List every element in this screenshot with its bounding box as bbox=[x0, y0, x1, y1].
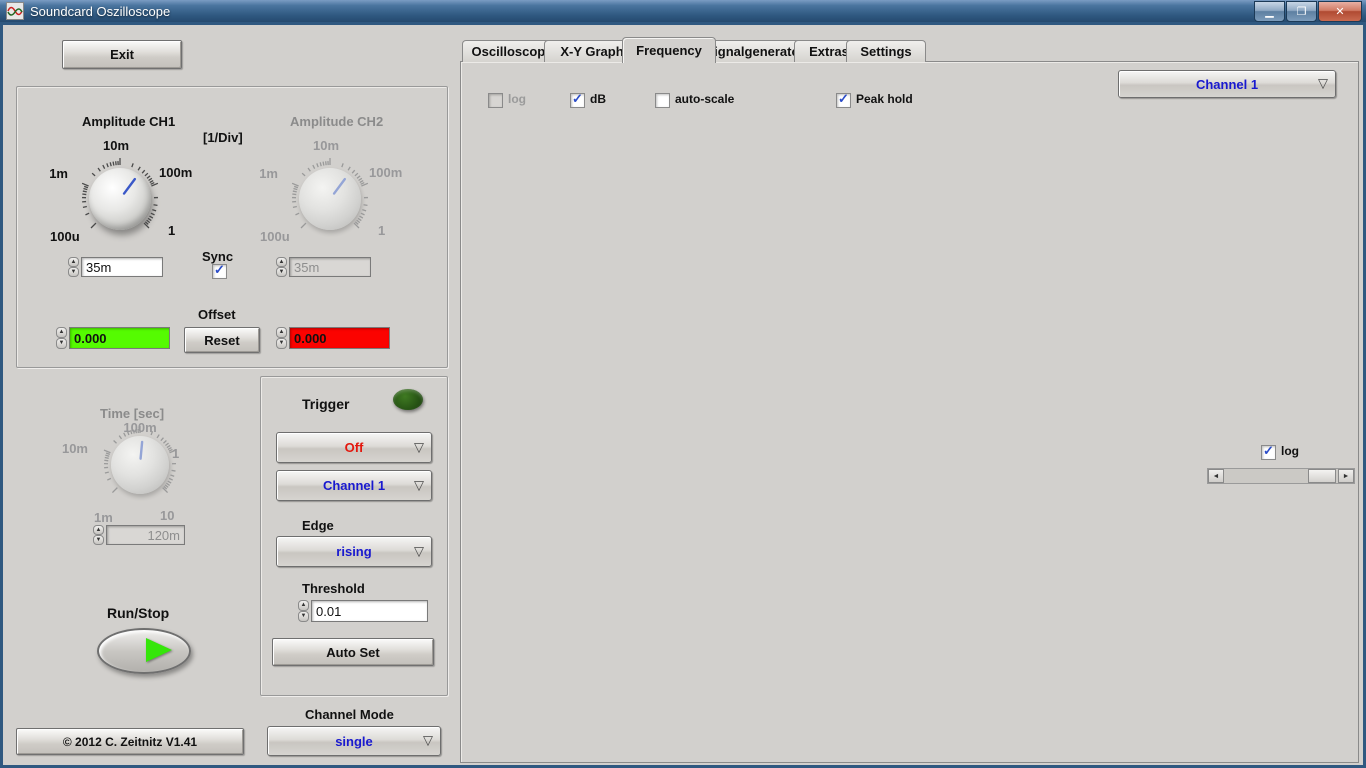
trigger-edge-value: rising bbox=[336, 544, 372, 559]
chevron-down-icon: ▽ bbox=[414, 438, 424, 454]
threshold-spinner[interactable]: ▲ ▼ 0.01 bbox=[298, 600, 428, 622]
amplitude-ch1-knob[interactable]: 10m 100m 1m 1 100u bbox=[28, 137, 218, 252]
close-button[interactable]: ✕ bbox=[1318, 1, 1362, 22]
checkbox-auto-scale[interactable]: ✓auto-scale bbox=[655, 92, 735, 108]
channel-mode-dropdown[interactable]: single ▽ bbox=[267, 726, 441, 756]
knob-scale-label: 1m bbox=[49, 166, 68, 181]
spin-buttons[interactable]: ▲▼ bbox=[276, 327, 287, 349]
knob-ticks bbox=[103, 426, 177, 494]
knob-scale-label: 100m bbox=[369, 165, 403, 180]
knob-scale-label: 10m bbox=[312, 138, 340, 153]
title-bar: Soundcard Oszilloscope ▁ ❐ ✕ bbox=[0, 0, 1366, 22]
runstop-label: Run/Stop bbox=[107, 605, 170, 621]
checkbox-log: ✓log bbox=[488, 92, 526, 108]
threshold-field[interactable]: 0.01 bbox=[311, 600, 428, 622]
version-button[interactable]: © 2012 C. Zeitnitz V1.41 bbox=[16, 728, 244, 755]
chevron-down-icon: ▽ bbox=[1318, 75, 1328, 91]
knob-scale-label: 10 bbox=[160, 508, 175, 523]
x-log-checkbox[interactable]: ✓ log bbox=[1261, 443, 1299, 460]
knob-scale-label: 100m bbox=[159, 165, 193, 180]
tab-panel bbox=[460, 61, 1359, 763]
tab-settings[interactable]: Settings bbox=[846, 40, 926, 62]
checkbox-peak-hold[interactable]: ✓ Peak hold bbox=[836, 91, 913, 108]
exit-button[interactable]: Exit bbox=[62, 40, 182, 69]
spin-buttons[interactable]: ▲▼ bbox=[298, 600, 309, 622]
knob-needle bbox=[139, 440, 144, 460]
knob-scale-label: 10m bbox=[102, 138, 130, 153]
restore-button[interactable]: ❐ bbox=[1286, 1, 1317, 22]
knob-needle bbox=[122, 177, 137, 195]
threshold-label: Threshold bbox=[302, 581, 365, 596]
chevron-down-icon: ▽ bbox=[414, 476, 424, 492]
offset-ch1[interactable]: ▲ ▼ 0.000 bbox=[56, 327, 170, 349]
checkbox-label: dB bbox=[590, 92, 606, 106]
runstop-button[interactable] bbox=[97, 628, 191, 674]
offset-label: Offset bbox=[198, 307, 236, 322]
checkbox-label: Peak hold bbox=[856, 92, 913, 106]
window-title: Soundcard Oszilloscope bbox=[30, 3, 171, 19]
channel-select-value: Channel 1 bbox=[1195, 76, 1259, 92]
knob-scale-label: 100m bbox=[123, 420, 157, 435]
knob-scale-label: 1 bbox=[168, 223, 176, 238]
trigger-title: Trigger bbox=[302, 396, 350, 412]
knob-scale-label: 1 bbox=[378, 223, 386, 238]
time-knob[interactable]: 100m 1 10m 10 1m bbox=[52, 420, 232, 530]
x-log-label: log bbox=[1281, 444, 1299, 458]
amplitude-ch1-label: Amplitude CH1 bbox=[82, 114, 176, 129]
offset-reset-button[interactable]: Reset bbox=[184, 327, 260, 353]
autoset-button[interactable]: Auto Set bbox=[272, 638, 434, 666]
app-icon bbox=[6, 2, 24, 20]
tab-frequency[interactable]: Frequency bbox=[622, 37, 716, 63]
trigger-led bbox=[393, 389, 423, 410]
checkbox-label: auto-scale bbox=[675, 92, 735, 106]
minimize-button[interactable]: ▁ bbox=[1254, 1, 1285, 22]
spin-buttons[interactable]: ▲▼ bbox=[276, 257, 287, 277]
channel-mode-value: single bbox=[335, 733, 373, 749]
amplitude-ch2-label: Amplitude CH2 bbox=[290, 114, 384, 129]
knob-scale-label: 1 bbox=[172, 446, 180, 461]
offset-ch1-field[interactable]: 0.000 bbox=[69, 327, 170, 349]
chevron-down-icon: ▽ bbox=[423, 732, 433, 748]
edge-label: Edge bbox=[302, 518, 334, 533]
spin-buttons[interactable]: ▲▼ bbox=[68, 257, 79, 277]
channel-select-dropdown[interactable]: Channel 1 ▽ bbox=[1118, 70, 1336, 98]
checkbox-db[interactable]: ✓ dB bbox=[570, 91, 606, 108]
graph-scrollbar[interactable]: ◄ ► bbox=[1207, 468, 1355, 484]
trigger-edge-dropdown[interactable]: rising ▽ bbox=[276, 536, 432, 567]
amplitude-ch2-field: 35m bbox=[289, 257, 371, 277]
amplitude-ch2-value[interactable]: ▲ ▼ 35m bbox=[276, 257, 371, 277]
knob-scale-label: 1m bbox=[259, 166, 278, 181]
knob-scale-label: 10m bbox=[61, 441, 88, 456]
chevron-down-icon: ▽ bbox=[414, 542, 424, 558]
knob-scale-label: 100u bbox=[50, 229, 80, 244]
amplitude-ch1-field[interactable]: 35m bbox=[81, 257, 163, 277]
trigger-source-value: Channel 1 bbox=[322, 478, 386, 493]
scroll-left-button[interactable]: ◄ bbox=[1208, 469, 1224, 483]
scroll-right-button[interactable]: ► bbox=[1338, 469, 1354, 483]
amplitude-ch1-value[interactable]: ▲ ▼ 35m bbox=[68, 257, 163, 277]
time-label: Time [sec] bbox=[100, 406, 165, 421]
knob-needle bbox=[332, 177, 347, 195]
checkbox-label: log bbox=[508, 92, 526, 106]
spin-buttons[interactable]: ▲▼ bbox=[93, 525, 104, 545]
play-icon bbox=[146, 638, 172, 662]
trigger-mode-value: Off bbox=[344, 440, 364, 455]
time-value[interactable]: ▲ ▼ 120m bbox=[93, 525, 185, 545]
knob-scale-label: 100u bbox=[260, 229, 290, 244]
trigger-source-dropdown[interactable]: Channel 1 ▽ bbox=[276, 470, 432, 501]
sync-checkbox[interactable]: ✓ bbox=[212, 262, 227, 279]
scroll-track[interactable] bbox=[1224, 469, 1338, 483]
offset-ch2-field[interactable]: 0.000 bbox=[289, 327, 390, 349]
channel-mode-label: Channel Mode bbox=[305, 707, 394, 722]
knob-scale-label: 1m bbox=[94, 510, 113, 525]
scroll-thumb[interactable] bbox=[1308, 469, 1336, 483]
trigger-mode-dropdown[interactable]: Off ▽ bbox=[276, 432, 432, 463]
time-field: 120m bbox=[106, 525, 185, 545]
offset-ch2[interactable]: ▲ ▼ 0.000 bbox=[276, 327, 390, 349]
amplitude-ch2-knob[interactable]: 10m 100m 1m 1 100u bbox=[238, 137, 428, 252]
spin-buttons[interactable]: ▲▼ bbox=[56, 327, 67, 349]
